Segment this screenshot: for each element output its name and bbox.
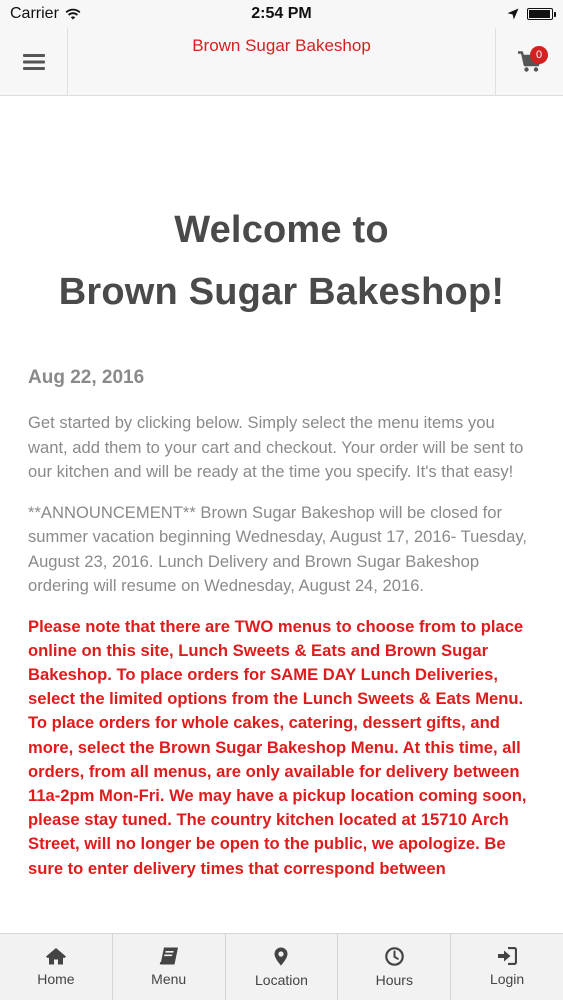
tab-login-label: Login: [489, 971, 525, 987]
cart-count-badge: 0: [530, 46, 548, 64]
map-marker-icon: [274, 947, 288, 965]
battery-fill: [529, 10, 550, 18]
announcement-paragraph: **ANNOUNCEMENT** Brown Sugar Bakeshop wi…: [28, 502, 528, 596]
tab-hours-label: Hours: [375, 971, 413, 988]
tab-home[interactable]: Home: [0, 934, 113, 1000]
status-bar: Carrier 2:54 PM: [0, 0, 563, 28]
status-left: Carrier: [10, 5, 81, 23]
welcome-heading: Welcome to Brown Sugar Bakeshop!: [28, 199, 535, 323]
location-arrow-icon: [507, 8, 519, 20]
wifi-icon: [65, 8, 81, 20]
welcome-line-1: Welcome to: [174, 209, 389, 251]
home-icon: [45, 948, 66, 965]
hamburger-icon: [22, 54, 45, 70]
tab-location-label: Location: [255, 971, 308, 988]
battery-icon: [527, 8, 556, 20]
intro-paragraph: Get started by clicking below. Simply se…: [28, 413, 524, 481]
menu-button[interactable]: [0, 28, 68, 96]
cart-button[interactable]: 0: [495, 28, 563, 96]
clock-icon: [384, 946, 404, 966]
status-right: [507, 8, 556, 20]
post-date: Aug 22, 2016: [28, 367, 145, 388]
notice-paragraph: Please note that there are TWO menus to …: [28, 616, 527, 878]
tab-login[interactable]: Login: [451, 934, 563, 1000]
bottom-tab-bar: Home Menu Location Hours Login: [0, 933, 563, 1000]
app-header: Brown Sugar Bakeshop 0: [0, 28, 563, 96]
status-time: 2:54 PM: [251, 5, 312, 22]
welcome-line-2: Brown Sugar Bakeshop!: [58, 271, 505, 313]
login-icon: [498, 947, 518, 965]
tab-menu[interactable]: Menu: [113, 934, 226, 1000]
book-icon: [159, 947, 178, 965]
tab-hours[interactable]: Hours: [338, 934, 452, 1000]
tab-home-label: Home: [37, 971, 75, 987]
tab-menu-label: Menu: [151, 971, 187, 987]
app-title: Brown Sugar Bakeshop: [192, 36, 371, 55]
main-content[interactable]: Welcome to Brown Sugar Bakeshop! Aug 22,…: [0, 97, 563, 933]
tab-location[interactable]: Location: [226, 934, 339, 1000]
carrier-label: Carrier: [10, 5, 59, 22]
